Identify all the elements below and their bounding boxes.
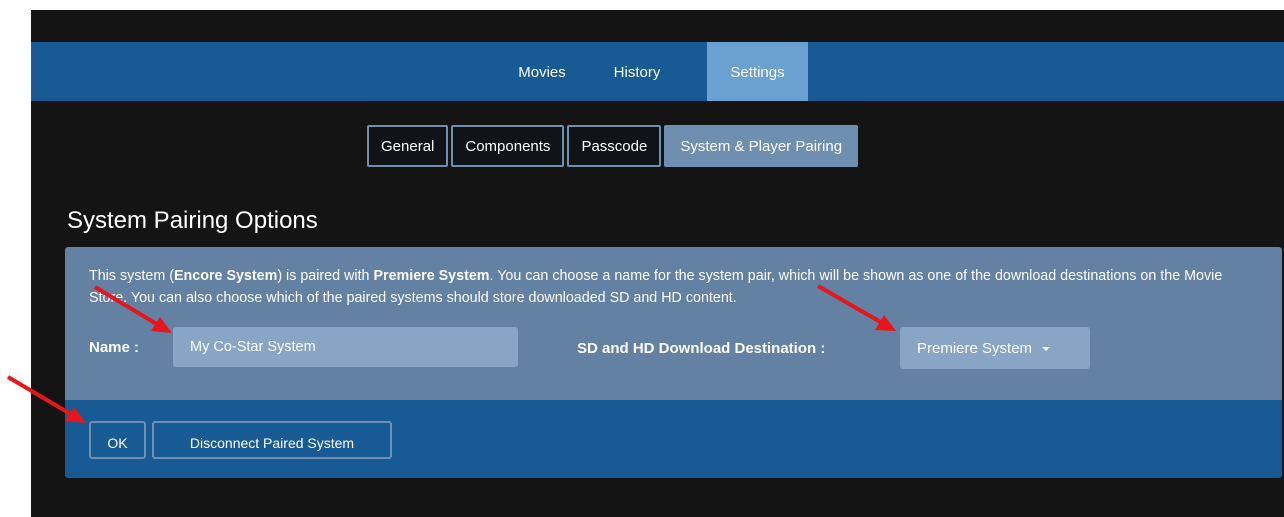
download-destination-dropdown[interactable]: Premiere System	[900, 327, 1090, 369]
pair-name-input[interactable]	[173, 327, 518, 367]
pairing-description: This system (Encore System) is paired wi…	[89, 265, 1259, 309]
this-system-name: Encore System	[174, 268, 278, 284]
subtab-components[interactable]: Components	[451, 125, 565, 167]
subtab-system-player-pairing[interactable]: System & Player Pairing	[664, 125, 859, 167]
tab-settings[interactable]: Settings	[707, 42, 808, 101]
disconnect-paired-system-button[interactable]: Disconnect Paired System	[152, 421, 392, 459]
pairing-actions-bar: OK Disconnect Paired System	[65, 400, 1282, 478]
desc-prefix: This system (	[89, 268, 174, 284]
name-label: Name :	[89, 339, 140, 356]
tab-movies[interactable]: Movies	[501, 42, 583, 101]
tab-history[interactable]: History	[597, 42, 677, 101]
subtab-passcode[interactable]: Passcode	[567, 125, 662, 167]
desc-middle: ) is paired with	[277, 268, 374, 284]
subtab-general[interactable]: General	[367, 125, 449, 167]
caret-down-icon	[1042, 347, 1051, 352]
settings-app: Movies History Settings General Componen…	[31, 10, 1284, 517]
paired-system-name: Premiere System	[373, 268, 490, 284]
page-title: System Pairing Options	[67, 207, 318, 234]
settings-subtabs: General Components Passcode System & Pla…	[367, 125, 859, 167]
download-destination-label: SD and HD Download Destination :	[577, 340, 826, 357]
top-navigation-bar: Movies History Settings	[31, 42, 1284, 101]
ok-button[interactable]: OK	[89, 421, 146, 459]
download-destination-value: Premiere System	[917, 340, 1033, 357]
pairing-options-panel: This system (Encore System) is paired wi…	[65, 247, 1282, 400]
